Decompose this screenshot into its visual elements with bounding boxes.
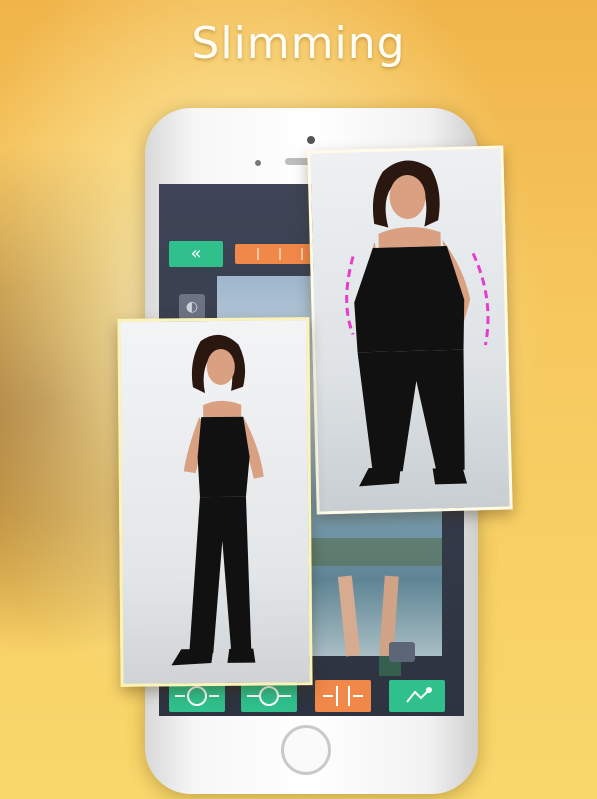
before-photo-card: [307, 145, 513, 515]
double-chevron-left-icon: «: [190, 243, 202, 264]
promo-canvas: Slimming « ◐: [0, 0, 597, 799]
photo-leg: [337, 575, 361, 657]
slider-tick: [257, 248, 259, 260]
phone-front-sensor: [307, 136, 315, 144]
before-photo: [345, 160, 490, 487]
home-button[interactable]: [281, 725, 331, 775]
slim-waist-icon: [323, 686, 363, 706]
promo-headline: Slimming: [191, 18, 406, 69]
undo-icon[interactable]: [389, 642, 415, 662]
tool-touch-button[interactable]: [389, 680, 445, 712]
after-photo-card: [117, 317, 313, 687]
tool-slim-button[interactable]: [315, 680, 371, 712]
after-photo: [171, 334, 264, 666]
hand-touch-icon: [406, 687, 432, 703]
slider-tick: [279, 248, 281, 260]
compare-icon[interactable]: ◐: [179, 294, 205, 320]
back-button[interactable]: «: [169, 241, 223, 267]
phone-camera: [255, 160, 261, 166]
slider-tick: [301, 248, 303, 260]
